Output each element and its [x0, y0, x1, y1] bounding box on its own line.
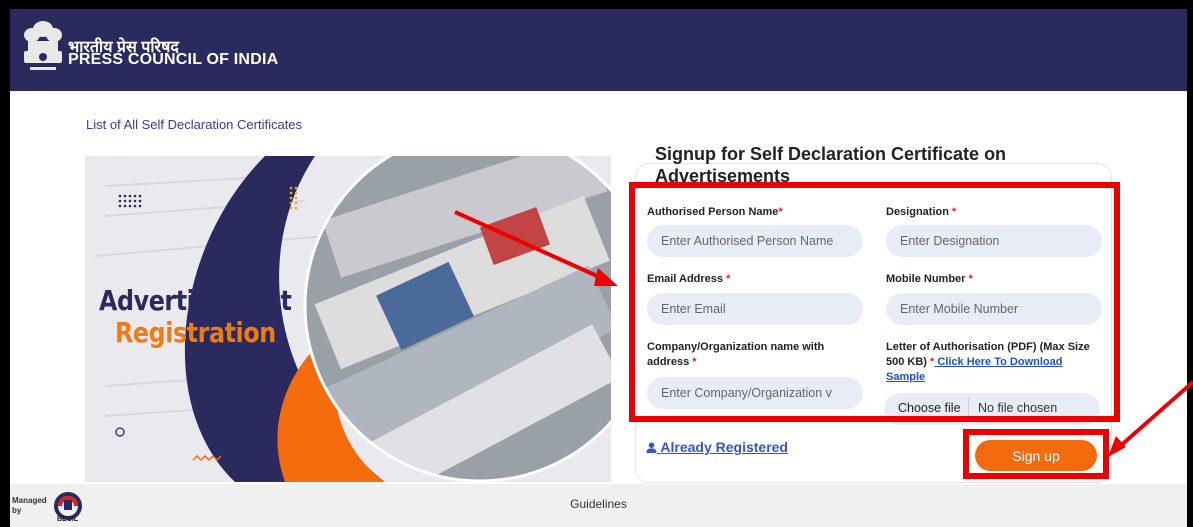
letter-file-input[interactable]: Choose file No file chosen	[884, 393, 1100, 425]
file-input-divider	[968, 397, 969, 421]
already-registered-link[interactable]: Already Registered	[646, 439, 788, 455]
choose-file-button[interactable]: Choose file	[898, 401, 961, 415]
file-status-text: No file chosen	[978, 401, 1058, 415]
designation-label: Designation *	[886, 206, 957, 218]
hero-banner: Advertisement Registration	[85, 156, 611, 482]
site-footer: Managed by BECIL Guidelines	[10, 484, 1187, 527]
email-label: Email Address *	[647, 273, 731, 285]
letter-label: Letter of Authorisation (PDF) (Max Size …	[886, 341, 1090, 383]
company-label: Company/Organization name with address *	[647, 341, 825, 368]
designation-input[interactable]	[886, 225, 1102, 257]
becil-text: BECIL	[57, 516, 78, 523]
signup-title: Signup for Self Declaration Certificate …	[655, 144, 1007, 186]
authorised-name-label: Authorised Person Name*	[647, 206, 783, 218]
user-icon	[646, 442, 657, 453]
email-input[interactable]	[647, 293, 863, 325]
signup-button[interactable]: Sign up	[975, 440, 1097, 471]
already-registered-text: Already Registered	[660, 439, 788, 455]
brand-title-english: PRESS COUNCIL OF INDIA	[68, 51, 279, 68]
mobile-input[interactable]	[886, 293, 1102, 325]
site-header: भारतीय प्रेस परिषद PRESS COUNCIL OF INDI…	[10, 9, 1187, 91]
authorised-name-input[interactable]	[647, 225, 863, 257]
list-certificates-link[interactable]: List of All Self Declaration Certificate…	[86, 117, 302, 132]
guidelines-link[interactable]: Guidelines	[10, 497, 1187, 511]
national-emblem-icon	[24, 21, 62, 70]
mobile-label: Mobile Number *	[886, 273, 973, 285]
page-frame: भारतीय प्रेस परिषद PRESS COUNCIL OF INDI…	[10, 9, 1187, 527]
company-input[interactable]	[647, 377, 863, 409]
hero-title-line2: Registration	[115, 316, 276, 349]
hero-title-line1: Advertisement	[99, 284, 292, 317]
